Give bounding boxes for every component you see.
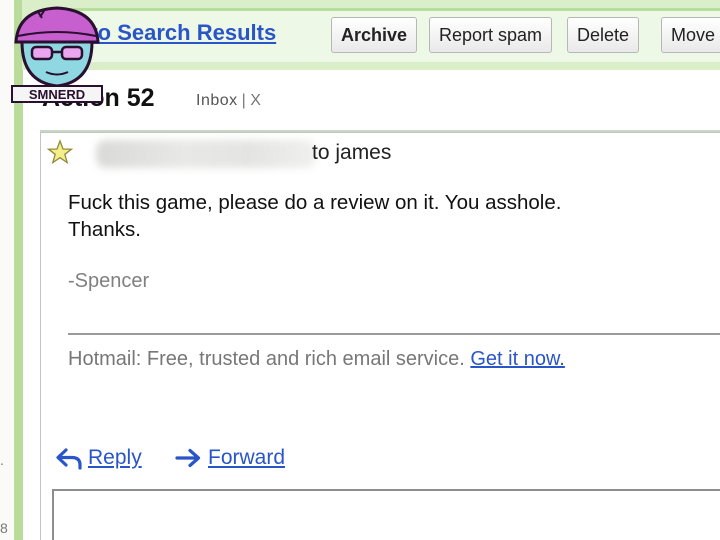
left-edge-mark-bottom: 8 [0, 520, 8, 536]
star-icon[interactable] [47, 139, 73, 165]
remove-label-button[interactable]: X [250, 92, 261, 109]
get-it-now-link[interactable]: Get it now. [470, 348, 565, 370]
message-body-line: Thanks. [68, 218, 141, 241]
hotmail-footer: Hotmail: Free, trusted and rich email se… [68, 348, 565, 371]
recipient-line: to james [312, 141, 392, 164]
report-spam-button[interactable]: Report spam [429, 17, 553, 53]
forward-arrow-icon[interactable] [175, 446, 203, 472]
reply-link[interactable]: Reply [88, 446, 142, 470]
message-body-line: Fuck this game, please do a review on it… [68, 191, 562, 214]
inbox-label-chip: Inbox | X [196, 92, 262, 109]
left-edge-mark: . [0, 452, 4, 468]
quick-reply-box[interactable] [52, 489, 720, 540]
archive-button[interactable]: Archive [331, 17, 418, 53]
svg-text:SMNERD: SMNERD [29, 87, 85, 102]
signature-divider [68, 333, 720, 335]
delete-button[interactable]: Delete [567, 17, 640, 53]
channel-watermark-logo: SMNERD [11, 6, 103, 103]
sender-name-redacted [96, 140, 316, 168]
hotmail-footer-text: Hotmail: Free, trusted and rich email se… [68, 348, 465, 370]
message-signature: -Spencer [68, 270, 150, 292]
inbox-label-text[interactable]: Inbox [196, 92, 238, 109]
reply-arrow-icon[interactable] [55, 446, 83, 472]
forward-link[interactable]: Forward [208, 446, 285, 470]
move-button[interactable]: Move [661, 17, 720, 53]
message-body: Fuck this game, please do a review on it… [68, 189, 688, 243]
